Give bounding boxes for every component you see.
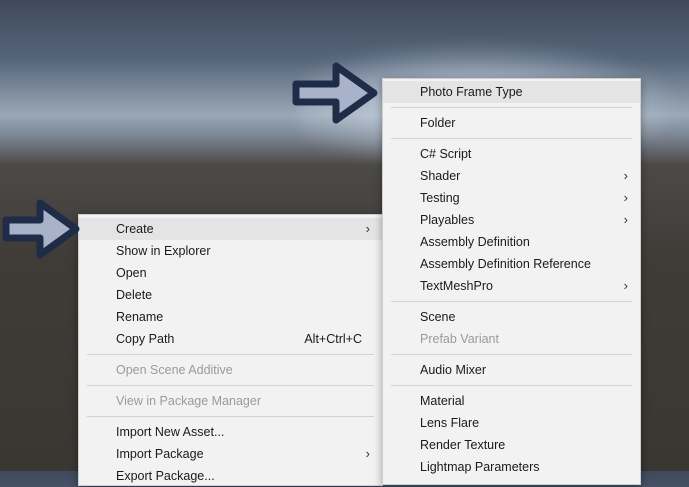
menu-item-prefab-variant: Prefab Variant	[383, 328, 640, 350]
menu-item-label: Shader	[420, 169, 461, 183]
menu-item-shader[interactable]: Shader ›	[383, 165, 640, 187]
menu-item-label: Rename	[116, 310, 164, 324]
chevron-right-icon: ›	[623, 190, 628, 205]
menu-separator	[391, 107, 632, 108]
menu-item-show-in-explorer[interactable]: Show in Explorer	[79, 240, 382, 262]
menu-item-export-package[interactable]: Export Package...	[79, 465, 382, 487]
menu-separator	[391, 385, 632, 386]
menu-item-label: Playables	[420, 213, 475, 227]
menu-item-label: Assembly Definition	[420, 235, 530, 249]
menu-item-label: Show in Explorer	[116, 244, 211, 258]
menu-item-label: Material	[420, 394, 465, 408]
menu-item-label: Lightmap Parameters	[420, 460, 540, 474]
menu-item-label: Testing	[420, 191, 460, 205]
menu-separator	[391, 301, 632, 302]
menu-separator	[87, 385, 374, 386]
menu-item-import-package[interactable]: Import Package ›	[79, 443, 382, 465]
menu-item-copy-path[interactable]: Copy Path Alt+Ctrl+C	[79, 328, 382, 350]
menu-item-label: Export Package...	[116, 469, 215, 483]
menu-item-material[interactable]: Material	[383, 390, 640, 412]
menu-item-label: Scene	[420, 310, 456, 324]
menu-item-label: Render Texture	[420, 438, 506, 452]
arrow-right-icon	[2, 199, 80, 259]
menu-item-render-texture[interactable]: Render Texture	[383, 434, 640, 456]
menu-item-assembly-definition-reference[interactable]: Assembly Definition Reference	[383, 253, 640, 275]
chevron-right-icon: ›	[623, 278, 628, 293]
menu-item-lens-flare[interactable]: Lens Flare	[383, 412, 640, 434]
menu-item-label: Lens Flare	[420, 416, 480, 430]
menu-item-open[interactable]: Open	[79, 262, 382, 284]
menu-item-label: Audio Mixer	[420, 363, 486, 377]
menu-item-create[interactable]: Create ›	[79, 218, 382, 240]
menu-separator	[87, 354, 374, 355]
shortcut-label: Alt+Ctrl+C	[304, 332, 362, 346]
menu-item-audio-mixer[interactable]: Audio Mixer	[383, 359, 640, 381]
menu-item-label: Import New Asset...	[116, 425, 225, 439]
create-submenu: Photo Frame Type Folder C# Script Shader…	[382, 78, 641, 485]
menu-item-rename[interactable]: Rename	[79, 306, 382, 328]
menu-item-label: Folder	[420, 116, 456, 130]
menu-separator	[87, 416, 374, 417]
chevron-right-icon: ›	[623, 212, 628, 227]
menu-item-label: Photo Frame Type	[420, 85, 523, 99]
menu-item-lightmap-parameters[interactable]: Lightmap Parameters	[383, 456, 640, 478]
menu-item-open-scene-additive: Open Scene Additive	[79, 359, 382, 381]
menu-separator	[391, 354, 632, 355]
arrow-right-icon	[292, 62, 378, 124]
chevron-right-icon: ›	[365, 446, 370, 461]
menu-item-label: TextMeshPro	[420, 279, 493, 293]
menu-item-label: Copy Path	[116, 332, 175, 346]
menu-item-label: Import Package	[116, 447, 204, 461]
menu-item-import-new-asset[interactable]: Import New Asset...	[79, 421, 382, 443]
context-menu: Create › Show in Explorer Open Delete Re…	[78, 214, 383, 486]
menu-item-label: C# Script	[420, 147, 472, 161]
menu-item-label: Open Scene Additive	[116, 363, 233, 377]
menu-item-delete[interactable]: Delete	[79, 284, 382, 306]
menu-item-photo-frame-type[interactable]: Photo Frame Type	[383, 81, 640, 103]
menu-separator	[391, 138, 632, 139]
menu-item-label: View in Package Manager	[116, 394, 261, 408]
chevron-right-icon: ›	[365, 221, 370, 236]
menu-item-label: Prefab Variant	[420, 332, 499, 346]
menu-item-label: Create	[116, 222, 154, 236]
menu-item-assembly-definition[interactable]: Assembly Definition	[383, 231, 640, 253]
menu-item-label: Open	[116, 266, 147, 280]
chevron-right-icon: ›	[623, 168, 628, 183]
menu-item-scene[interactable]: Scene	[383, 306, 640, 328]
menu-item-folder[interactable]: Folder	[383, 112, 640, 134]
menu-item-playables[interactable]: Playables ›	[383, 209, 640, 231]
menu-item-label: Assembly Definition Reference	[420, 257, 591, 271]
menu-item-csharp-script[interactable]: C# Script	[383, 143, 640, 165]
menu-item-label: Delete	[116, 288, 153, 302]
menu-item-textmeshpro[interactable]: TextMeshPro ›	[383, 275, 640, 297]
menu-item-view-in-package-manager: View in Package Manager	[79, 390, 382, 412]
menu-item-testing[interactable]: Testing ›	[383, 187, 640, 209]
